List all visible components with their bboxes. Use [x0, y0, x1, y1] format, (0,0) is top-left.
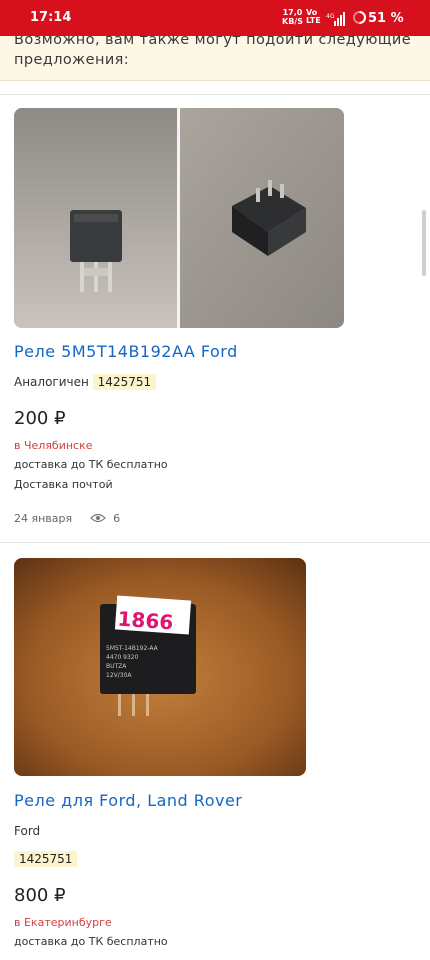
analog-row: Аналогичен 1425751	[14, 374, 157, 390]
listing-city: в Екатеринбурге	[14, 916, 112, 929]
battery-icon	[353, 11, 366, 24]
listing-price: 200 ₽	[14, 408, 66, 429]
signal-icon: 4G	[326, 12, 345, 26]
listing-photo[interactable]	[14, 108, 344, 328]
part-number-chip[interactable]: 1425751	[14, 851, 78, 867]
volte-indicator: Vo LTE	[306, 9, 321, 25]
delivery-info: доставка до ТК бесплатно	[14, 458, 168, 471]
network-rate-value: 17,0	[282, 8, 303, 17]
listing-meta: 24 января 6	[14, 512, 120, 525]
status-time: 17:14	[30, 10, 72, 25]
scrollbar[interactable]	[422, 210, 426, 276]
battery-percent: 51 %	[368, 11, 404, 26]
divider	[0, 542, 430, 543]
delivery-info: доставка до ТК бесплатно	[14, 935, 168, 948]
analog-label: Аналогичен	[14, 375, 89, 389]
post-delivery-info: Доставка почтой	[14, 478, 113, 491]
listing-price: 800 ₽	[14, 885, 66, 906]
part-number-row: 1425751	[14, 851, 78, 867]
network-type: 4G	[326, 13, 335, 20]
view-count: 6	[113, 512, 121, 525]
photo-label-text: 4470 9320	[106, 654, 139, 661]
network-rate-unit: KB/S	[282, 17, 303, 26]
network-rate: 17,0 KB/S	[282, 8, 303, 26]
relay-photo-image: 1866 5M5T-14B192-AA 4470 9320 BUTZA 12V/…	[14, 558, 306, 776]
listing-title[interactable]: Реле 5M5T14B192AA Ford	[14, 342, 238, 361]
part-number-chip[interactable]: 1425751	[92, 374, 157, 390]
photo-label-text: 12V/30A	[106, 672, 132, 679]
photo-label-text: BUTZA	[106, 663, 127, 670]
photo-label-text: 5M5T-14B192-AA	[106, 645, 159, 652]
status-bar: 17:14 17,0 KB/S Vo LTE 4G 51 %	[0, 0, 430, 36]
listing-photo[interactable]: 1866 5M5T-14B192-AA 4470 9320 BUTZA 12V/…	[14, 558, 306, 776]
listing-city: в Челябинске	[14, 439, 93, 452]
listing-title[interactable]: Реле для Ford, Land Rover	[14, 791, 242, 810]
volte-bottom: LTE	[306, 16, 321, 25]
relay-photo-image	[14, 108, 344, 328]
suggestions-text: Возможно, вам также могут подойти следую…	[14, 32, 412, 68]
listing-brand: Ford	[14, 824, 41, 838]
photo-marker-text: 1866	[117, 607, 174, 635]
listing-date: 24 января	[14, 512, 73, 525]
eye-icon	[89, 513, 106, 523]
divider	[0, 94, 430, 95]
